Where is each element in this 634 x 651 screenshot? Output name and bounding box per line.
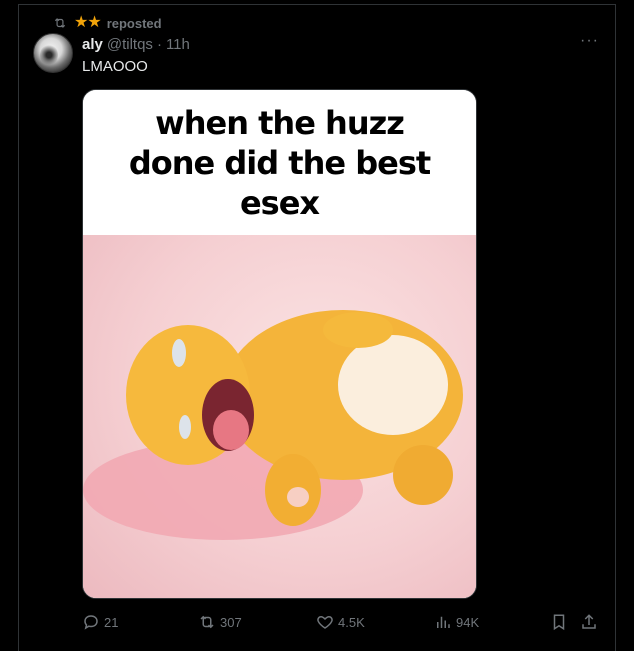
view-count: 94K: [456, 614, 480, 630]
meme-caption: when the huzz done did the best esex: [83, 90, 476, 235]
author-handle[interactable]: @tiltqs: [107, 36, 153, 53]
bookmark-button[interactable]: [550, 613, 568, 631]
heart-icon: [317, 615, 333, 629]
reply-count: 21: [104, 614, 119, 630]
share-button[interactable]: [580, 613, 598, 631]
media-image[interactable]: when the huzz done did the best esex: [82, 89, 477, 599]
avatar[interactable]: [33, 33, 73, 73]
star-emoji-icon: ★★: [74, 14, 102, 31]
charmander-illustration: [83, 235, 476, 598]
share-icon: [582, 614, 596, 629]
repost-context: ★★ reposted: [52, 14, 162, 32]
repost-button[interactable]: 307: [198, 613, 242, 631]
repost-icon: [54, 18, 66, 28]
more-options-button[interactable]: ···: [580, 33, 600, 52]
like-count: 4.5K: [338, 614, 365, 630]
separator: ·: [156, 36, 162, 53]
tweet-header: aly @tiltqs · 11h: [82, 36, 190, 53]
repost-label[interactable]: reposted: [107, 16, 162, 31]
like-button[interactable]: 4.5K: [316, 613, 365, 631]
repost-icon: [200, 615, 214, 629]
action-bar: 21 307 4.5K 94K: [82, 613, 602, 633]
bookmark-icon: [553, 614, 565, 631]
reply-icon: [84, 615, 98, 630]
reply-button[interactable]: 21: [82, 613, 118, 631]
timestamp[interactable]: 11h: [166, 36, 190, 53]
repost-count: 307: [220, 614, 242, 630]
views-button[interactable]: 94K: [434, 613, 479, 631]
views-chart-icon: [437, 616, 450, 628]
author-name[interactable]: aly: [82, 36, 103, 53]
tweet-text: LMAOOO: [82, 58, 148, 75]
